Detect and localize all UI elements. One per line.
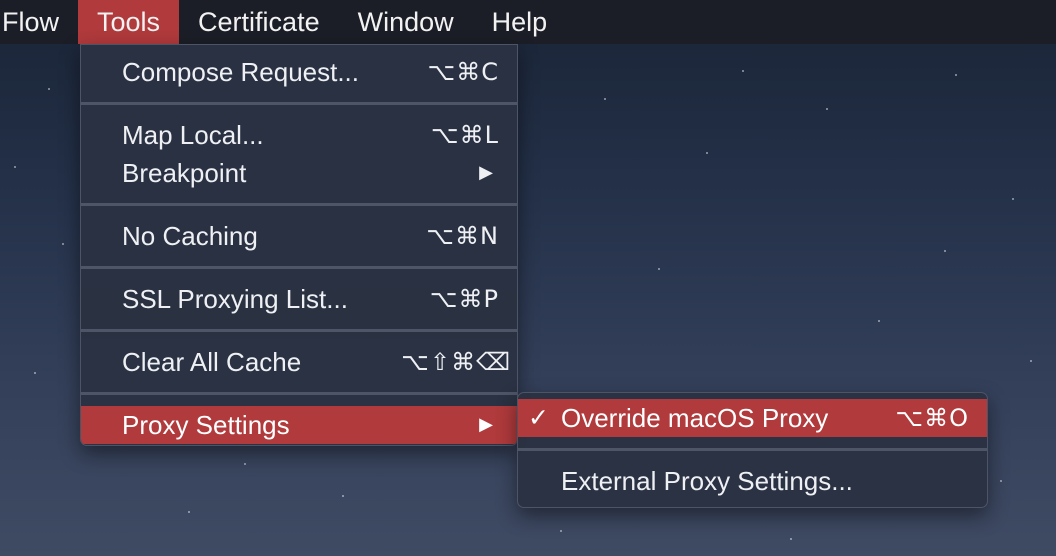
- star: [342, 495, 344, 497]
- star: [188, 511, 190, 513]
- tools-menu: Compose Request... ⌥⌘C Map Local... ⌥⌘L …: [80, 44, 518, 446]
- star: [62, 243, 64, 245]
- menu-item-shortcut: ⌥⌘L: [430, 121, 499, 149]
- star: [48, 88, 50, 90]
- star: [944, 250, 946, 252]
- menu-item-label: Map Local...: [122, 120, 264, 150]
- menu-item-map-local[interactable]: Map Local... ⌥⌘L: [81, 116, 517, 154]
- menubar-window[interactable]: Window: [339, 0, 473, 44]
- checkmark-icon: ✓: [528, 403, 549, 432]
- star: [560, 530, 562, 532]
- menu-item-shortcut: ⌥⌘O: [895, 404, 969, 432]
- triangle-right-icon: ▶: [479, 162, 493, 183]
- triangle-right-icon: ▶: [479, 414, 493, 435]
- star: [1000, 480, 1002, 482]
- star: [244, 463, 246, 465]
- star: [1030, 360, 1032, 362]
- proxy-settings-submenu: ✓ Override macOS Proxy ⌥⌘O External Prox…: [517, 392, 988, 508]
- menu-item-label: Clear All Cache: [122, 347, 302, 377]
- star: [826, 108, 828, 110]
- star: [658, 268, 660, 270]
- menu-item-proxy-settings[interactable]: Proxy Settings ▶: [81, 406, 517, 444]
- menu-item-no-caching[interactable]: No Caching ⌥⌘N: [81, 217, 517, 255]
- menu-item-label: Override macOS Proxy: [561, 403, 829, 433]
- star: [790, 538, 792, 540]
- menu-item-ssl-proxying-list[interactable]: SSL Proxying List... ⌥⌘P: [81, 280, 517, 318]
- star: [14, 166, 16, 168]
- star: [34, 372, 36, 374]
- menu-item-label: External Proxy Settings...: [561, 466, 853, 496]
- menu-item-label: Breakpoint: [122, 158, 247, 188]
- menu-item-compose-request[interactable]: Compose Request... ⌥⌘C: [81, 53, 517, 91]
- menubar-help[interactable]: Help: [473, 0, 567, 44]
- menu-separator: [81, 203, 517, 206]
- menubar-tools[interactable]: Tools: [78, 0, 180, 44]
- star: [742, 70, 744, 72]
- menubar-certificate[interactable]: Certificate: [179, 0, 339, 44]
- menu-separator: [81, 102, 517, 105]
- menu-item-external-proxy-settings[interactable]: External Proxy Settings...: [518, 462, 987, 500]
- menu-separator: [81, 329, 517, 332]
- menu-separator: [81, 392, 517, 395]
- menu-separator: [81, 266, 517, 269]
- star: [1012, 198, 1014, 200]
- star: [955, 74, 957, 76]
- menu-item-label: SSL Proxying List...: [122, 284, 348, 314]
- menu-item-label: Proxy Settings: [122, 410, 290, 440]
- menu-item-shortcut: ⌥⇧⌘⌫: [401, 348, 511, 376]
- menu-item-clear-all-cache[interactable]: Clear All Cache ⌥⇧⌘⌫: [81, 343, 517, 381]
- menu-item-label: Compose Request...: [122, 57, 360, 87]
- star: [604, 98, 606, 100]
- menu-item-shortcut: ⌥⌘P: [429, 285, 499, 313]
- menubar-flow[interactable]: Flow: [0, 0, 78, 44]
- star: [706, 152, 708, 154]
- menu-bar: Flow Tools Certificate Window Help: [0, 0, 1056, 44]
- star: [878, 320, 880, 322]
- menu-item-override-macos-proxy[interactable]: ✓ Override macOS Proxy ⌥⌘O: [518, 399, 987, 437]
- menu-item-breakpoint[interactable]: Breakpoint ▶: [81, 154, 517, 192]
- menu-item-shortcut: ⌥⌘C: [427, 58, 499, 86]
- menu-item-label: No Caching: [122, 221, 258, 251]
- menu-item-shortcut: ⌥⌘N: [426, 222, 499, 250]
- menu-separator: [518, 448, 987, 451]
